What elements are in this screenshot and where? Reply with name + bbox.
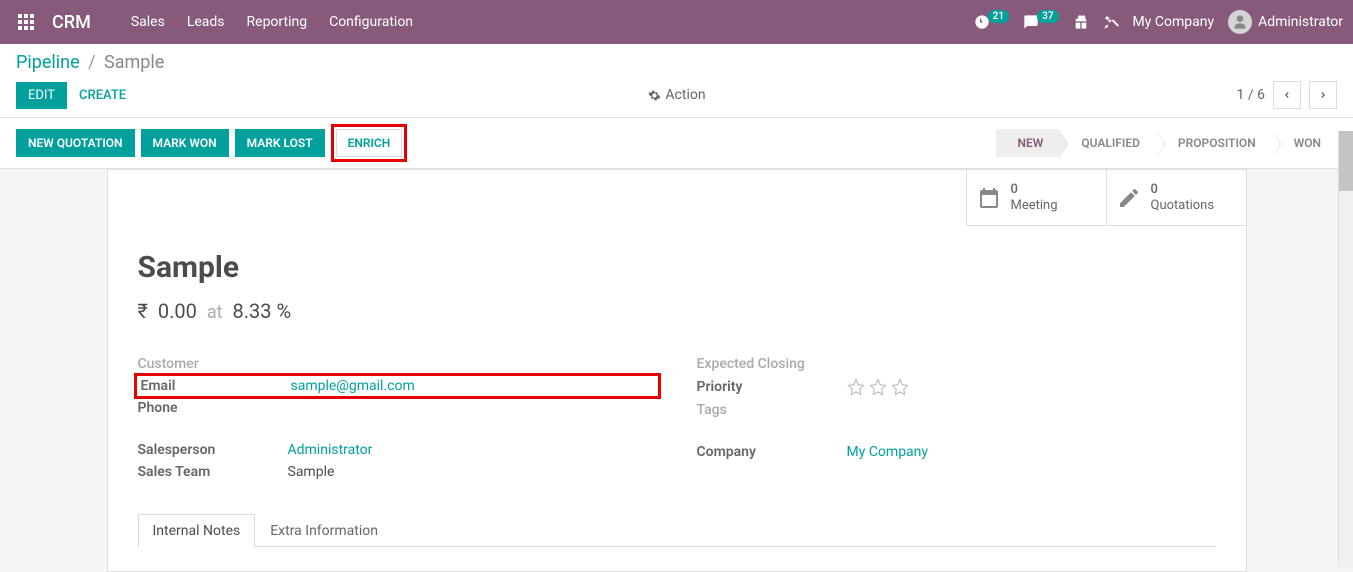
tab-extra-info[interactable]: Extra Information xyxy=(255,514,393,547)
company-selector[interactable]: My Company xyxy=(1133,14,1215,30)
amount-value: 0.00 xyxy=(158,299,197,323)
action-label: Action xyxy=(665,87,705,103)
email-value[interactable]: sample@gmail.com xyxy=(291,378,415,394)
record-title: Sample xyxy=(138,250,1216,285)
company-value[interactable]: My Company xyxy=(847,444,929,460)
edit-button[interactable]: EDIT xyxy=(16,82,67,109)
phone-label: Phone xyxy=(138,400,288,416)
stage-qualified[interactable]: QUALIFIED xyxy=(1059,129,1156,157)
topbar-right: 21 37 My Company Administrator xyxy=(974,10,1343,34)
stat-boxes: 0 Meeting 0 Quotations xyxy=(966,170,1246,226)
nav-configuration[interactable]: Configuration xyxy=(329,14,413,30)
breadcrumb-sep: / xyxy=(88,52,95,73)
star-icon[interactable] xyxy=(891,378,909,396)
breadcrumb-root[interactable]: Pipeline xyxy=(16,52,80,73)
user-menu[interactable]: Administrator xyxy=(1228,10,1343,34)
priority-label: Priority xyxy=(697,379,847,395)
priority-stars[interactable] xyxy=(847,378,909,396)
tools-icon[interactable] xyxy=(1103,14,1119,30)
enrich-highlight: ENRICH xyxy=(331,124,408,162)
apps-grid-icon[interactable] xyxy=(18,14,34,30)
meeting-label: Meeting xyxy=(1011,198,1058,214)
scroll-thumb[interactable] xyxy=(1339,131,1353,191)
chevron-right-icon xyxy=(1318,90,1328,100)
discuss-indicator[interactable]: 37 xyxy=(1023,14,1058,30)
action-menu[interactable]: Action xyxy=(647,87,705,103)
currency-symbol: ₹ xyxy=(138,299,148,323)
pager-prev[interactable] xyxy=(1273,81,1301,109)
form-sheet: 0 Meeting 0 Quotations Sample ₹ 0.00 at … xyxy=(107,169,1247,572)
chevron-left-icon xyxy=(1282,90,1292,100)
star-icon[interactable] xyxy=(847,378,865,396)
salesperson-label: Salesperson xyxy=(138,442,288,458)
salesteam-label: Sales Team xyxy=(138,464,288,480)
breadcrumb: Pipeline / Sample xyxy=(16,52,1337,73)
tabs: Internal Notes Extra Information xyxy=(138,513,1216,547)
create-button[interactable]: CREATE xyxy=(67,82,138,109)
gear-icon xyxy=(647,89,660,102)
chat-badge: 37 xyxy=(1037,10,1058,23)
salesperson-value[interactable]: Administrator xyxy=(288,442,373,458)
new-quotation-button[interactable]: NEW QUOTATION xyxy=(16,129,135,157)
fields-grid: Customer Email sample@gmail.com Phone Sa… xyxy=(138,353,1216,483)
pager-text: 1 / 6 xyxy=(1237,87,1265,103)
activity-indicator[interactable]: 21 xyxy=(974,14,1009,30)
stage-new[interactable]: NEW xyxy=(996,129,1060,157)
mark-lost-button[interactable]: MARK LOST xyxy=(235,129,325,157)
breadcrumb-current: Sample xyxy=(104,52,164,73)
main-area: 0 Meeting 0 Quotations Sample ₹ 0.00 at … xyxy=(0,169,1353,572)
company-label: Company xyxy=(697,444,847,460)
gift-icon[interactable] xyxy=(1073,14,1089,30)
star-icon[interactable] xyxy=(869,378,887,396)
expected-closing-label: Expected Closing xyxy=(697,356,847,372)
mark-won-button[interactable]: MARK WON xyxy=(141,129,229,157)
amount-row: ₹ 0.00 at 8.33 % xyxy=(138,299,1216,323)
pager: 1 / 6 xyxy=(1237,81,1337,109)
edit-note-icon xyxy=(1117,186,1141,210)
statbox-quotations[interactable]: 0 Quotations xyxy=(1106,170,1246,226)
stage-won[interactable]: WON xyxy=(1272,129,1337,157)
meeting-count: 0 xyxy=(1011,182,1058,198)
stage-proposition[interactable]: PROPOSITION xyxy=(1156,129,1272,157)
app-brand[interactable]: CRM xyxy=(52,12,91,33)
stage-bar: NEW QUALIFIED PROPOSITION WON xyxy=(996,129,1337,157)
tags-label: Tags xyxy=(697,402,847,418)
nav-sales[interactable]: Sales xyxy=(131,14,165,30)
pager-next[interactable] xyxy=(1309,81,1337,109)
statbox-meeting[interactable]: 0 Meeting xyxy=(966,170,1106,226)
activity-badge: 21 xyxy=(988,10,1009,23)
percent-value: 8.33 % xyxy=(233,299,292,323)
avatar-icon xyxy=(1228,10,1252,34)
at-label: at xyxy=(207,302,223,323)
email-highlight: Email sample@gmail.com xyxy=(134,373,661,399)
email-label: Email xyxy=(141,378,291,394)
nav-links: Sales Leads Reporting Configuration xyxy=(131,14,413,30)
nav-reporting[interactable]: Reporting xyxy=(247,14,308,30)
fields-right: Expected Closing Priority Tags Company xyxy=(697,353,1216,483)
enrich-button[interactable]: ENRICH xyxy=(336,129,403,157)
action-row: NEW QUOTATION MARK WON MARK LOST ENRICH … xyxy=(0,118,1353,169)
quotations-label: Quotations xyxy=(1151,198,1215,214)
top-navbar: CRM Sales Leads Reporting Configuration … xyxy=(0,0,1353,44)
scrollbar[interactable] xyxy=(1338,131,1353,567)
tab-internal-notes[interactable]: Internal Notes xyxy=(138,514,256,547)
quotations-count: 0 xyxy=(1151,182,1215,198)
user-name: Administrator xyxy=(1258,14,1343,30)
calendar-icon xyxy=(977,186,1001,210)
control-bar: Pipeline / Sample EDIT CREATE Action 1 /… xyxy=(0,44,1353,118)
fields-left: Customer Email sample@gmail.com Phone Sa… xyxy=(138,353,657,483)
customer-label: Customer xyxy=(138,356,288,372)
nav-leads[interactable]: Leads xyxy=(187,14,225,30)
salesteam-value: Sample xyxy=(288,464,335,480)
